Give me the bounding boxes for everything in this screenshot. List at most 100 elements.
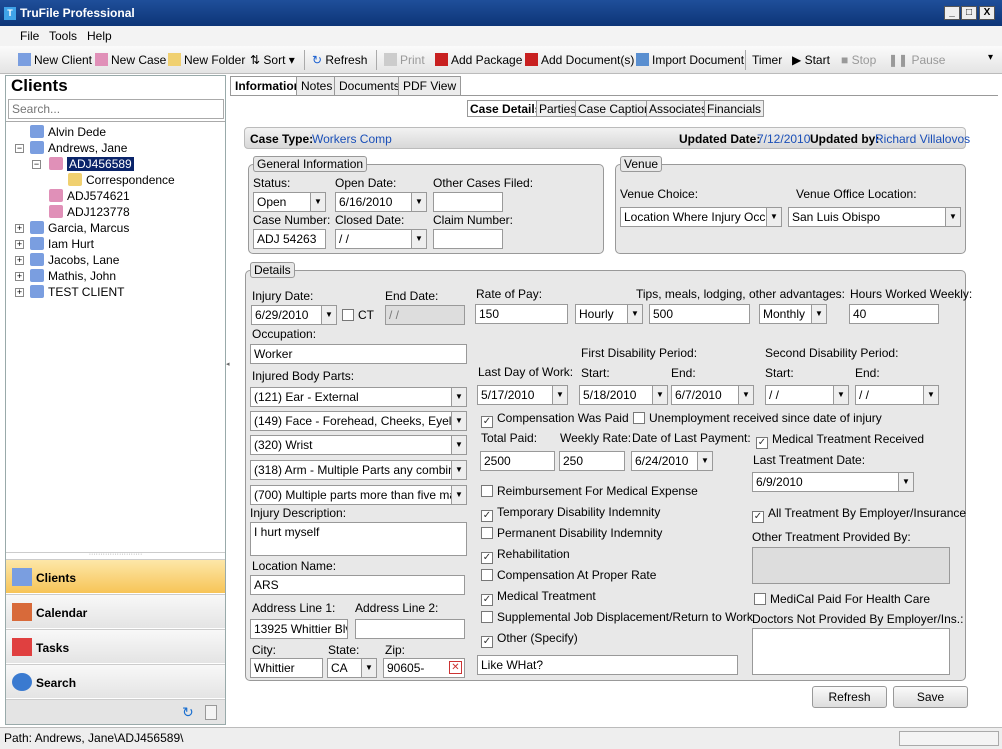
hours-weekly-input[interactable]: 40	[849, 304, 939, 324]
nav-clients[interactable]: Clients	[6, 559, 225, 593]
document-icon[interactable]	[205, 705, 217, 720]
nav-calendar[interactable]: Calendar	[6, 594, 225, 628]
menu-file[interactable]: File	[20, 29, 39, 43]
maximize-button[interactable]: □	[961, 6, 977, 20]
tree-item[interactable]: Correspondence	[68, 173, 175, 187]
search-input[interactable]	[8, 99, 224, 119]
first-start-picker[interactable]: 5/18/2010	[579, 385, 668, 405]
tab-pdf-view[interactable]: PDF View	[398, 76, 462, 95]
tree-item-selected[interactable]: ADJ456589	[49, 157, 134, 171]
subtab-case-details[interactable]: Case Details	[467, 100, 545, 117]
rate-of-pay-input[interactable]: 150	[475, 304, 568, 324]
body-part-select-3[interactable]: (320) Wrist	[250, 435, 467, 455]
closed-date-picker[interactable]: / /	[335, 229, 427, 249]
menu-help[interactable]: Help	[87, 29, 112, 43]
ct-checkbox[interactable]: CT	[342, 308, 374, 322]
close-button[interactable]: X	[979, 6, 995, 20]
venue-choice-select[interactable]: Location Where Injury Occur	[620, 207, 782, 227]
expand-icon[interactable]: +	[15, 272, 24, 281]
medical-treatment-checkbox[interactable]: ✓ Medical Treatment	[481, 589, 596, 606]
import-document-button[interactable]: Import Document	[636, 53, 744, 67]
new-client-button[interactable]: New Client	[18, 53, 92, 67]
total-paid-input[interactable]: 2500	[480, 451, 555, 471]
other-cases-input[interactable]	[433, 192, 503, 212]
compensation-paid-checkbox[interactable]: ✓ Compensation Was Paid	[481, 411, 629, 428]
rate-unit-select[interactable]: Hourly	[575, 304, 643, 324]
splitter-handle[interactable]: ·······················	[6, 551, 225, 558]
menu-tools[interactable]: Tools	[49, 29, 77, 43]
save-button[interactable]: Save	[893, 686, 968, 708]
body-part-select-4[interactable]: (318) Arm - Multiple Parts any combinati	[250, 460, 467, 480]
nav-search[interactable]: Search	[6, 664, 225, 698]
status-select[interactable]: Open	[253, 192, 326, 212]
tree-item[interactable]: Alvin Dede	[30, 125, 106, 139]
other-specify-checkbox[interactable]: ✓ Other (Specify)	[481, 631, 578, 648]
venue-office-select[interactable]: San Luis Obispo	[788, 207, 961, 227]
address-line-2-input[interactable]	[355, 619, 465, 639]
reimbursement-checkbox[interactable]: Reimbursement For Medical Expense	[481, 484, 698, 498]
medical-received-checkbox[interactable]: ✓ Medical Treatment Received	[756, 432, 924, 449]
sort-button[interactable]: ⇅ Sort ▾	[250, 53, 295, 67]
last-payment-picker[interactable]: 6/24/2010	[631, 451, 713, 471]
nav-tasks[interactable]: Tasks	[6, 629, 225, 663]
unemployment-checkbox[interactable]: Unemployment received since date of inju…	[633, 411, 882, 425]
permanent-disability-checkbox[interactable]: Permanent Disability Indemnity	[481, 526, 662, 540]
tree-item[interactable]: TEST CLIENT	[30, 285, 124, 299]
clear-zip-icon[interactable]: ✕	[449, 661, 462, 674]
stop-button[interactable]: ■ Stop	[841, 53, 876, 67]
first-end-picker[interactable]: 6/7/2010	[671, 385, 754, 405]
tree-item[interactable]: Jacobs, Lane	[30, 253, 119, 267]
minimize-button[interactable]: _	[944, 6, 960, 20]
state-select[interactable]: CA	[327, 658, 377, 678]
second-start-picker[interactable]: / /	[765, 385, 849, 405]
subtab-case-caption[interactable]: Case Caption	[575, 100, 654, 117]
case-number-input[interactable]: ADJ 54263	[253, 229, 326, 249]
other-specify-input[interactable]: Like WHat?	[477, 655, 738, 675]
open-date-picker[interactable]: 6/16/2010	[335, 192, 427, 212]
last-day-of-work-picker[interactable]: 5/17/2010	[477, 385, 568, 405]
injury-description-input[interactable]: I hurt myself	[250, 522, 467, 556]
subtab-financials[interactable]: Financials	[704, 100, 765, 117]
compensation-proper-rate-checkbox[interactable]: Compensation At Proper Rate	[481, 568, 656, 582]
tips-unit-select[interactable]: Monthly	[759, 304, 827, 324]
last-treatment-picker[interactable]: 6/9/2010	[752, 472, 914, 492]
tab-information[interactable]: Information	[230, 76, 306, 95]
address-line-1-input[interactable]: 13925 Whittier Blvd	[250, 619, 348, 639]
collapse-icon[interactable]: −	[32, 160, 41, 169]
tips-input[interactable]: 500	[649, 304, 750, 324]
print-button[interactable]: Print	[384, 53, 425, 67]
add-package-button[interactable]: Add Package	[435, 53, 522, 67]
weekly-rate-input[interactable]: 250	[559, 451, 625, 471]
tree-item[interactable]: Garcia, Marcus	[30, 221, 129, 235]
all-treatment-checkbox[interactable]: ✓ All Treatment By Employer/Insurance	[752, 506, 966, 523]
pause-button[interactable]: ❚❚ Pause	[888, 53, 945, 67]
tree-item[interactable]: ADJ574621	[49, 189, 130, 203]
start-button[interactable]: ▶ Start	[792, 53, 830, 67]
body-part-select-2[interactable]: (149) Face - Forehead, Cheeks, Eyelids	[250, 411, 467, 431]
tree-item[interactable]: Mathis, John	[30, 269, 116, 283]
tree-item[interactable]: ADJ123778	[49, 205, 130, 219]
expand-icon[interactable]: +	[15, 240, 24, 249]
second-end-picker[interactable]: / /	[855, 385, 939, 405]
claim-number-input[interactable]	[433, 229, 503, 249]
expand-icon[interactable]: +	[15, 256, 24, 265]
body-part-select-5[interactable]: (700) Multiple parts more than five majo	[250, 485, 467, 505]
doctors-not-provided-input[interactable]	[752, 628, 950, 675]
location-name-input[interactable]: ARS	[250, 575, 465, 595]
new-case-button[interactable]: New Case	[95, 53, 166, 67]
refresh-button[interactable]: ↻ Refresh	[312, 53, 367, 67]
medical-paid-checkbox[interactable]: MediCal Paid For Health Care	[754, 592, 930, 606]
collapse-icon[interactable]: −	[15, 144, 24, 153]
tree-item[interactable]: Iam Hurt	[30, 237, 94, 251]
temporary-disability-checkbox[interactable]: ✓ Temporary Disability Indemnity	[481, 505, 660, 522]
expand-icon[interactable]: +	[15, 288, 24, 297]
supplemental-job-checkbox[interactable]: Supplemental Job Displacement/Return to …	[481, 610, 753, 624]
rehabilitation-checkbox[interactable]: ✓ Rehabilitation	[481, 547, 570, 564]
new-folder-button[interactable]: New Folder	[168, 53, 245, 67]
other-treatment-input[interactable]	[752, 547, 950, 584]
tree-item[interactable]: Andrews, Jane	[30, 141, 127, 155]
add-documents-button[interactable]: Add Document(s)	[525, 53, 634, 67]
expand-icon[interactable]: +	[15, 224, 24, 233]
sync-icon[interactable]: ↻	[182, 704, 194, 721]
tab-documents[interactable]: Documents	[334, 76, 405, 95]
